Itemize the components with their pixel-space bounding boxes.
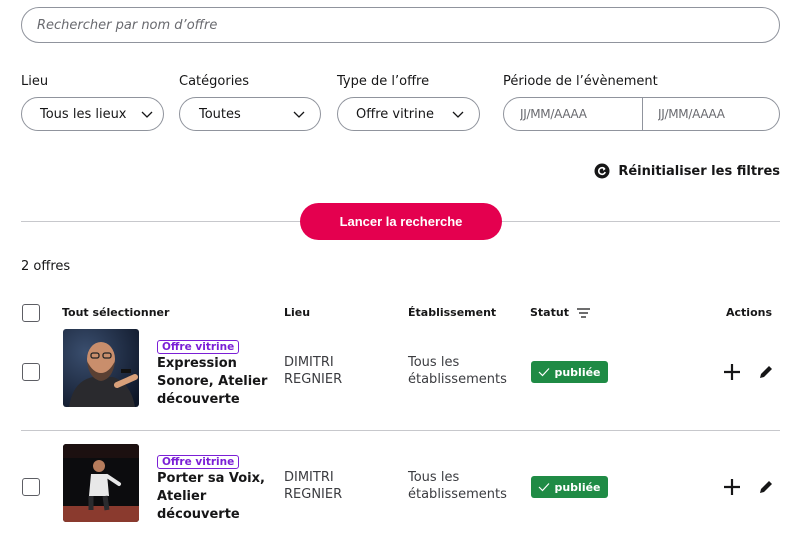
header-select-all: Tout sélectionner — [62, 306, 170, 319]
lieu-select[interactable]: Tous les lieux — [21, 97, 164, 131]
search-placeholder: Rechercher par nom d’offre — [37, 17, 218, 33]
type-select-value: Offre vitrine — [356, 106, 434, 122]
reset-icon — [594, 163, 610, 179]
launch-search-button[interactable]: Lancer la recherche — [300, 203, 502, 240]
pencil-icon[interactable] — [756, 477, 776, 497]
date-separator — [642, 98, 643, 130]
plus-icon[interactable] — [722, 477, 742, 497]
search-input[interactable]: Rechercher par nom d’offre — [21, 7, 780, 43]
filter-categories-label: Catégories — [179, 74, 250, 89]
check-icon — [539, 483, 550, 492]
sort-icon — [576, 307, 590, 318]
filter-lieu-label: Lieu — [21, 74, 49, 89]
offer-etablissement: Tous les établissements — [408, 470, 507, 502]
chevron-down-icon — [293, 111, 305, 118]
categories-select[interactable]: Toutes — [179, 97, 321, 131]
row-checkbox[interactable] — [22, 363, 40, 381]
offer-title-link[interactable]: Expression Sonore, Atelier découverte — [157, 355, 275, 409]
header-actions: Actions — [726, 306, 772, 319]
filter-type-label: Type de l’offre — [337, 74, 430, 89]
pencil-icon[interactable] — [756, 362, 776, 382]
offer-lieu: DIMITRI REGNIER — [284, 470, 343, 502]
header-lieu: Lieu — [284, 306, 311, 319]
lieu-select-value: Tous les lieux — [40, 106, 127, 122]
row-checkbox[interactable] — [22, 478, 40, 496]
offers-count: 2 offres — [21, 259, 71, 274]
select-all-checkbox[interactable] — [22, 304, 40, 322]
type-select[interactable]: Offre vitrine — [337, 97, 480, 131]
reset-filters-button[interactable]: Réinitialiser les filtres — [594, 163, 780, 179]
offer-thumbnail[interactable] — [63, 329, 139, 407]
offer-etablissement: Tous les établissements — [408, 355, 507, 387]
header-statut[interactable]: Statut — [530, 306, 590, 319]
periode-date-range: JJ/MM/AAAA JJ/MM/AAAA — [503, 97, 780, 131]
chevron-down-icon — [141, 111, 153, 118]
plus-icon[interactable] — [722, 362, 742, 382]
offer-title-link[interactable]: Porter sa Voix, Atelier découverte — [157, 470, 275, 524]
offer-type-badge: Offre vitrine — [157, 455, 240, 469]
header-etablissement: Établissement — [408, 306, 497, 319]
chevron-down-icon — [452, 111, 464, 118]
offer-lieu: DIMITRI REGNIER — [284, 355, 343, 387]
check-icon — [539, 368, 550, 377]
categories-select-value: Toutes — [199, 106, 241, 122]
row-divider — [21, 430, 780, 431]
filter-periode-label: Période de l’évènement — [503, 74, 658, 89]
end-date-input[interactable]: JJ/MM/AAAA — [658, 107, 770, 121]
offer-type-badge: Offre vitrine — [157, 340, 240, 354]
offer-thumbnail[interactable] — [63, 444, 139, 522]
start-date-input[interactable]: JJ/MM/AAAA — [520, 107, 632, 121]
reset-filters-label: Réinitialiser les filtres — [618, 163, 780, 179]
status-badge: publiée — [531, 476, 608, 498]
status-badge: publiée — [531, 361, 608, 383]
